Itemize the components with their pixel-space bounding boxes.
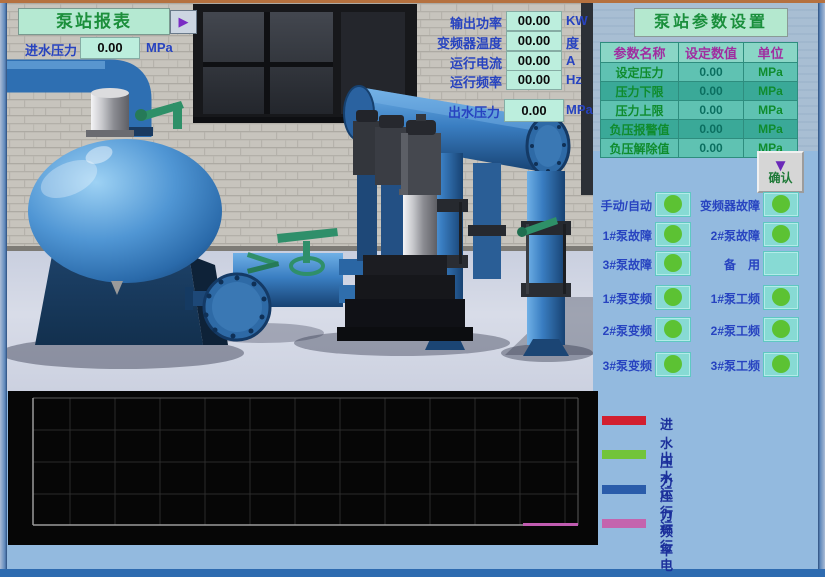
lamp-dot (664, 225, 682, 243)
param-unit: MPa (744, 82, 798, 101)
inverter-temp-unit: 度 (566, 33, 579, 52)
legend-swatch-inlet (602, 416, 646, 425)
status-lamp (763, 352, 799, 377)
trend-chart-grid (8, 391, 598, 545)
table-header-row: 参数名称 设定数值 单位 (601, 43, 798, 63)
confirm-label: 确认 (768, 172, 792, 185)
run-frequency-value: 00.00 (506, 70, 562, 90)
col-header-unit: 单位 (744, 43, 798, 63)
inlet-pressure-unit: MPa (146, 40, 173, 55)
status-label-pump2-mains: 2#泵工频 (696, 322, 760, 339)
status-label-pump1-mains: 1#泵工频 (696, 290, 760, 307)
status-label-pump2-fault: 2#泵故障 (696, 227, 760, 244)
run-current-unit: A (566, 53, 575, 68)
report-button[interactable]: 泵站报表 (18, 8, 170, 35)
param-value[interactable]: 0.00 (679, 120, 744, 139)
param-value[interactable]: 0.00 (679, 139, 744, 158)
inlet-pressure-label: 进水压力 (15, 40, 77, 59)
wall-corner-shadow (581, 3, 593, 195)
legend-swatch-frequency (602, 485, 646, 494)
lamp-dot (772, 355, 790, 373)
legend-label: 运行电流 (660, 517, 673, 577)
param-name: 压力上限 (601, 101, 679, 120)
status-lamp (655, 317, 691, 342)
table-row: 压力上限 0.00 MPa (601, 101, 798, 120)
lamp-dot (772, 288, 790, 306)
settings-panel-title: 泵站参数设置 (634, 8, 788, 37)
status-lamp (763, 222, 799, 247)
hmi-pump-station-screen: 泵站报表 ▶ 进水压力 0.00 MPa 输出功率 00.00 KW 变频器温度… (0, 0, 825, 577)
legend-swatch-current (602, 519, 646, 528)
status-lamp (763, 285, 799, 310)
lamp-dot (664, 320, 682, 338)
status-lamp (655, 192, 691, 217)
parameters-table: 参数名称 设定数值 单位 设定压力 0.00 MPa 压力下限 0.00 MPa… (600, 42, 798, 158)
param-unit: MPa (744, 63, 798, 82)
output-power-label: 输出功率 (416, 13, 502, 32)
status-label-spare: 备 用 (696, 256, 760, 273)
status-label-pump1-fault: 1#泵故障 (588, 227, 652, 244)
trend-chart (8, 391, 598, 545)
param-value[interactable]: 0.00 (679, 82, 744, 101)
legend-swatch-outlet (602, 450, 646, 459)
lamp-dot (772, 195, 790, 213)
page-right-border (818, 3, 825, 569)
status-lamp (763, 251, 799, 276)
param-name: 负压解除值 (601, 139, 679, 158)
lamp-dot (664, 254, 682, 272)
param-name: 设定压力 (601, 63, 679, 82)
param-name: 负压报警值 (601, 120, 679, 139)
status-lamp (763, 317, 799, 342)
param-value[interactable]: 0.00 (679, 63, 744, 82)
table-row: 负压报警值 0.00 MPa (601, 120, 798, 139)
play-icon[interactable]: ▶ (170, 10, 197, 34)
inverter-temp-value: 00.00 (506, 31, 562, 51)
tank-vent-cylinder (91, 93, 129, 131)
status-label-pump3-fault: 3#泵故障 (588, 256, 652, 273)
status-lamp (655, 222, 691, 247)
run-frequency-label: 运行频率 (416, 72, 502, 91)
output-power-value: 00.00 (506, 11, 562, 31)
table-row: 设定压力 0.00 MPa (601, 63, 798, 82)
output-power-unit: KW (566, 13, 588, 28)
lamp-dot (664, 288, 682, 306)
param-unit: MPa (744, 120, 798, 139)
outlet-pressure-value: 0.00 (504, 99, 564, 122)
outlet-pressure-label: 出水压力 (424, 102, 500, 121)
status-label-vfd-fault: 变频器故障 (696, 197, 760, 214)
status-label-pump1-vfd: 1#泵变频 (588, 290, 652, 307)
run-current-label: 运行电流 (416, 53, 502, 72)
status-label-pump3-vfd: 3#泵变频 (588, 357, 652, 374)
page-bottom-border (0, 569, 825, 577)
status-lamp (763, 192, 799, 217)
param-name: 压力下限 (601, 82, 679, 101)
status-lamp (655, 251, 691, 276)
inlet-pressure-value: 0.00 (80, 37, 140, 59)
status-label-manual-auto: 手动/自动 (588, 197, 652, 214)
inverter-temp-label: 变频器温度 (416, 33, 502, 52)
status-label-pump2-vfd: 2#泵变频 (588, 322, 652, 339)
param-value[interactable]: 0.00 (679, 101, 744, 120)
status-label-pump3-mains: 3#泵工频 (696, 357, 760, 374)
col-header-name: 参数名称 (601, 43, 679, 63)
outlet-pressure-unit: MPa (566, 102, 593, 117)
run-current-value: 00.00 (506, 51, 562, 71)
lamp-dot (772, 225, 790, 243)
status-lamp (655, 352, 691, 377)
run-frequency-unit: Hz (566, 72, 582, 87)
page-left-border (0, 3, 7, 569)
status-lamp (655, 285, 691, 310)
confirm-button[interactable]: ▼ 确认 (757, 151, 804, 193)
param-unit: MPa (744, 101, 798, 120)
lamp-dot (664, 195, 682, 213)
lamp-dot (772, 320, 790, 338)
col-header-value: 设定数值 (679, 43, 744, 63)
lamp-dot (664, 355, 682, 373)
table-row: 压力下限 0.00 MPa (601, 82, 798, 101)
